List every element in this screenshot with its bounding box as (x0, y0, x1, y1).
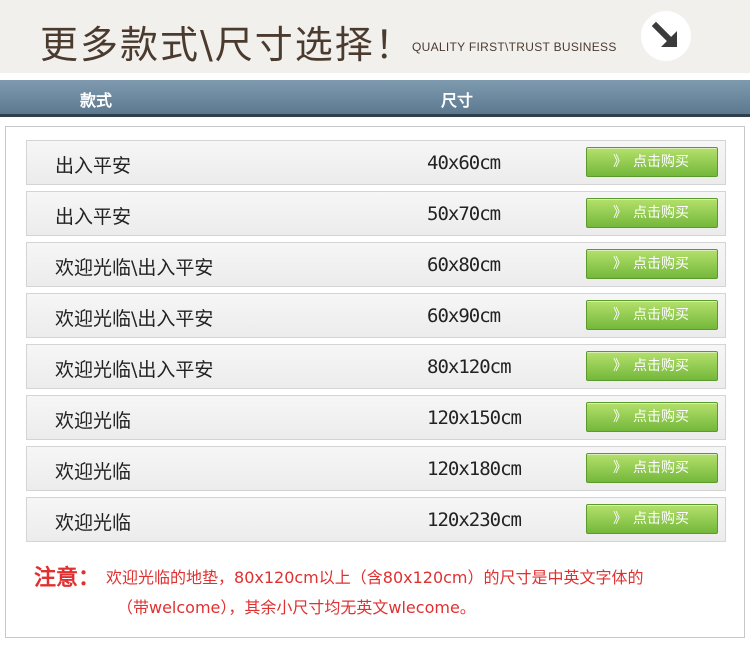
item-size: 120x150cm (427, 407, 522, 429)
list-item: 欢迎光临\出入平安 60x80cm 》点击购买 (26, 242, 726, 287)
item-size: 80x120cm (427, 356, 512, 378)
buy-button-label: 点击购买 (633, 460, 689, 476)
buy-button-label: 点击购买 (633, 205, 689, 221)
item-style: 欢迎光临 (55, 410, 132, 432)
item-style: 欢迎光临 (55, 461, 132, 483)
column-style: 款式 (80, 91, 113, 110)
arrow-down-right-icon (641, 11, 691, 61)
item-style: 欢迎光临 (55, 512, 132, 534)
buy-button-label: 点击购买 (633, 511, 689, 527)
column-size: 尺寸 (441, 91, 474, 110)
buy-button[interactable]: 》点击购买 (586, 351, 718, 381)
chevron-right-icon: 》 (613, 511, 627, 527)
item-style: 欢迎光临\出入平安 (55, 308, 214, 330)
buy-button[interactable]: 》点击购买 (586, 249, 718, 279)
notice-label: 注意： (34, 566, 101, 591)
list-item: 欢迎光临 120x180cm 》点击购买 (26, 446, 726, 491)
list-item: 出入平安 40x60cm 》点击购买 (26, 140, 726, 185)
item-style: 出入平安 (55, 155, 132, 177)
item-size: 60x80cm (427, 254, 501, 276)
item-style: 出入平安 (55, 206, 132, 228)
buy-button-label: 点击购买 (633, 358, 689, 374)
buy-button-label: 点击购买 (633, 307, 689, 323)
item-size: 120x180cm (427, 458, 522, 480)
notice-line-1: 欢迎光临的地垫，80x120cm以上（含80x120cm）的尺寸是中英文字体的 (106, 568, 644, 587)
item-size: 50x70cm (427, 203, 501, 225)
list-item: 欢迎光临 120x150cm 》点击购买 (26, 395, 726, 440)
list-item: 欢迎光临\出入平安 80x120cm 》点击购买 (26, 344, 726, 389)
buy-button-label: 点击购买 (633, 154, 689, 170)
page-subtitle: QUALITY FIRST\TRUST BUSINESS (412, 40, 617, 54)
chevron-right-icon: 》 (613, 409, 627, 425)
chevron-right-icon: 》 (613, 358, 627, 374)
list-item: 出入平安 50x70cm 》点击购买 (26, 191, 726, 236)
buy-button-label: 点击购买 (633, 409, 689, 425)
chevron-right-icon: 》 (613, 256, 627, 272)
item-style: 欢迎光临\出入平安 (55, 257, 214, 279)
buy-button[interactable]: 》点击购买 (586, 453, 718, 483)
list-item: 欢迎光临 120x230cm 》点击购买 (26, 497, 726, 542)
buy-button[interactable]: 》点击购买 (586, 198, 718, 228)
chevron-right-icon: 》 (613, 205, 627, 221)
notice-line-2: （带welcome），其余小尺寸均无英文wlecome。 (117, 598, 476, 617)
buy-button[interactable]: 》点击购买 (586, 402, 718, 432)
buy-button[interactable]: 》点击购买 (586, 300, 718, 330)
item-size: 120x230cm (427, 509, 522, 531)
buy-button[interactable]: 》点击购买 (586, 504, 718, 534)
column-header-bar: 款式 尺寸 (0, 80, 750, 117)
buy-button[interactable]: 》点击购买 (586, 147, 718, 177)
page-title: 更多款式\尺寸选择！ (40, 23, 415, 67)
header-divider (0, 73, 750, 79)
buy-button-label: 点击购买 (633, 256, 689, 272)
item-size: 40x60cm (427, 152, 501, 174)
item-size: 60x90cm (427, 305, 501, 327)
chevron-right-icon: 》 (613, 154, 627, 170)
page-header: 更多款式\尺寸选择！ QUALITY FIRST\TRUST BUSINESS (0, 0, 750, 73)
item-style: 欢迎光临\出入平安 (55, 359, 214, 381)
chevron-right-icon: 》 (613, 460, 627, 476)
notice: 注意： 欢迎光临的地垫，80x120cm以上（含80x120cm）的尺寸是中英文字… (34, 560, 644, 592)
list-item: 欢迎光临\出入平安 60x90cm 》点击购买 (26, 293, 726, 338)
chevron-right-icon: 》 (613, 307, 627, 323)
